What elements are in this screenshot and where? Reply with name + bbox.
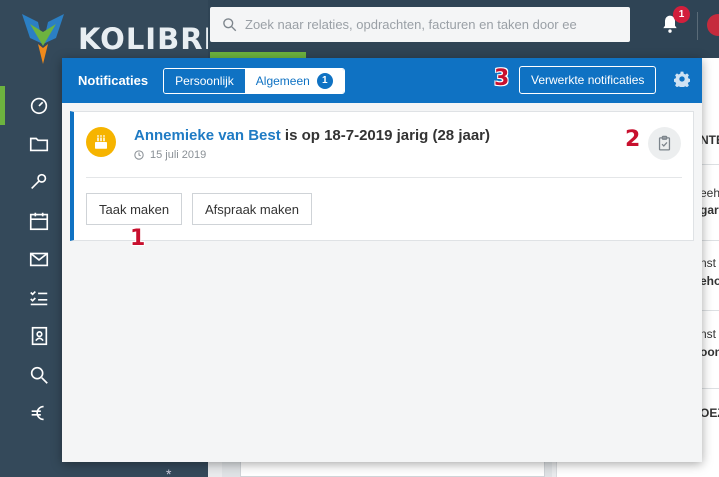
background-row: OEZ [700, 406, 719, 420]
card-divider [86, 177, 682, 178]
tab-count-badge: 1 [316, 72, 333, 89]
notification-text: is op 18-7-2019 jarig (28 jaar) [284, 127, 491, 144]
create-appointment-button[interactable]: Afspraak maken [192, 193, 312, 225]
background-row: nst [700, 256, 717, 270]
background-row: eeh [700, 186, 719, 200]
clock-icon [134, 150, 144, 160]
background-row: nst [700, 327, 717, 341]
background-row: eho [700, 274, 719, 288]
background-row: oon [700, 345, 719, 359]
create-task-button[interactable]: Taak maken [86, 193, 183, 225]
callout-1: 1 [130, 226, 146, 251]
notification-tabs: Persoonlijk Algemeen 1 [163, 67, 345, 94]
mark-processed-button[interactable] [648, 127, 681, 160]
tab-personal[interactable]: Persoonlijk [164, 68, 245, 93]
top-divider [697, 12, 698, 40]
notification-card: Annemieke van Best is op 18-7-2019 jarig… [70, 111, 694, 251]
mail-icon [29, 252, 49, 267]
notifications-panel: Notificaties Persoonlijk Algemeen 1 3 Ve… [62, 58, 702, 462]
notification-date: 15 juli 2019 [134, 149, 206, 161]
contact-name-link[interactable]: Annemieke van Best [134, 127, 281, 144]
calendar-icon [29, 212, 49, 230]
dashboard-icon [30, 98, 48, 115]
search-icon [223, 18, 237, 32]
wrench-icon [31, 174, 47, 190]
euro-icon [31, 406, 44, 421]
background-row: gar [700, 203, 719, 217]
clipboard-check-icon [658, 135, 671, 151]
notifications-title: Notificaties [78, 73, 149, 88]
processed-notifications-button[interactable]: Verwerkte notificaties [519, 66, 657, 94]
folder-icon [29, 137, 49, 151]
notifications-header: Notificaties Persoonlijk Algemeen 1 3 Ve… [62, 58, 702, 103]
birthday-cake-icon [86, 127, 116, 157]
callout-3: 3 [494, 66, 510, 91]
tab-label: Algemeen [255, 73, 310, 88]
search-input[interactable] [245, 17, 605, 32]
sidebar-asterisk: * [166, 466, 172, 477]
notification-count-badge: 1 [673, 6, 690, 23]
tab-label: Persoonlijk [175, 73, 234, 88]
callout-2: 2 [625, 127, 641, 152]
tab-general[interactable]: Algemeen 1 [244, 68, 344, 93]
global-search[interactable] [210, 7, 630, 42]
contacts-icon [31, 327, 48, 346]
notification-message: Annemieke van Best is op 18-7-2019 jarig… [134, 127, 490, 144]
notification-date-text: 15 juli 2019 [150, 149, 207, 161]
background-row: NTE [700, 133, 719, 147]
logo-text: KOLIBRI [78, 22, 216, 56]
checklist-icon [30, 290, 48, 305]
gear-icon[interactable] [674, 71, 690, 87]
search-icon [30, 366, 48, 384]
